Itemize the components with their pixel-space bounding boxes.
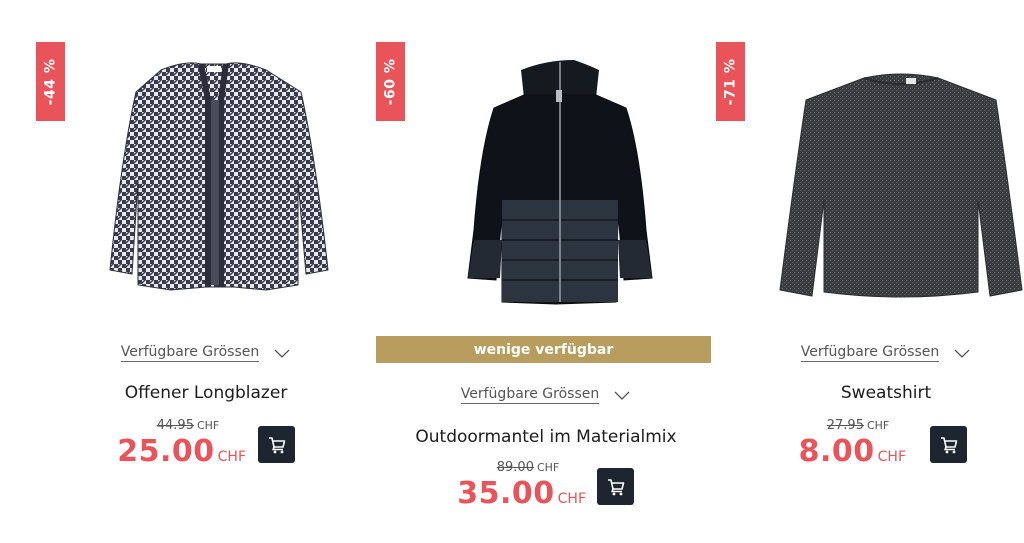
product-card-longblazer[interactable]: -44 % Verfügbare Grössen Offener Longbla… xyxy=(36,0,376,543)
grey-sweatshirt-image xyxy=(779,73,1023,298)
sale-price-currency: CHF xyxy=(557,491,586,507)
shopping-cart-icon xyxy=(607,478,624,495)
sale-price-amount: 25.00 xyxy=(117,434,215,469)
add-to-cart-button[interactable] xyxy=(258,426,295,463)
available-sizes-dropdown[interactable]: Verfügbare Grössen xyxy=(36,344,376,362)
black-puffer-coat-image xyxy=(467,60,653,305)
product-title[interactable]: Offener Longblazer xyxy=(36,383,376,403)
sale-price-currency: CHF xyxy=(217,449,246,465)
sale-price: 35.00 CHF xyxy=(436,476,586,517)
shopping-cart-icon xyxy=(940,436,957,453)
discount-badge-text: -44 % xyxy=(42,58,59,105)
discount-badge: -44 % xyxy=(36,42,65,121)
old-price-currency: CHF xyxy=(536,461,560,474)
add-to-cart-button[interactable] xyxy=(930,426,967,463)
old-price-currency: CHF xyxy=(866,419,890,432)
price-block: 44.95 CHF 25.00 CHF xyxy=(96,418,246,475)
availability-banner: wenige verfügbar xyxy=(376,336,711,363)
add-to-cart-button[interactable] xyxy=(597,468,634,505)
old-price: 89.00 CHF xyxy=(436,460,586,476)
discount-badge-text: -60 % xyxy=(382,58,399,105)
price-block: 89.00 CHF 35.00 CHF xyxy=(436,460,586,517)
discount-badge: -71 % xyxy=(716,42,745,121)
discount-badge: -60 % xyxy=(376,42,405,121)
sale-price-amount: 8.00 xyxy=(798,434,875,469)
sale-price-currency: CHF xyxy=(877,449,906,465)
old-price-amount: 27.95 xyxy=(826,418,864,433)
available-sizes-label: Verfügbare Grössen xyxy=(460,386,600,404)
houndstooth-blazer-image xyxy=(109,62,329,291)
product-image-coat[interactable] xyxy=(406,40,716,330)
old-price: 27.95 CHF xyxy=(756,418,906,434)
product-card-sweatshirt[interactable]: -71 % Verfügbare Grössen Sweatshirt 27.9… xyxy=(716,0,1024,543)
shopping-cart-icon xyxy=(268,436,285,453)
old-price-amount: 89.00 xyxy=(496,460,534,475)
old-price: 44.95 CHF xyxy=(96,418,246,434)
available-sizes-dropdown[interactable]: Verfügbare Grössen xyxy=(376,386,716,404)
product-title[interactable]: Sweatshirt xyxy=(716,383,1024,403)
chevron-down-icon xyxy=(954,349,970,358)
product-title[interactable]: Outdoormantel im Materialmix xyxy=(376,427,716,447)
chevron-down-icon xyxy=(614,391,630,400)
available-sizes-dropdown[interactable]: Verfügbare Grössen xyxy=(716,344,1024,362)
sale-price: 25.00 CHF xyxy=(96,434,246,475)
available-sizes-label: Verfügbare Grössen xyxy=(800,344,940,362)
product-image-sweatshirt[interactable] xyxy=(746,40,1024,330)
available-sizes-label: Verfügbare Grössen xyxy=(120,344,260,362)
product-card-outdoormantel[interactable]: -60 % wenige verfügbar Verfügbare Grösse… xyxy=(376,0,716,543)
discount-badge-text: -71 % xyxy=(722,58,739,105)
price-block: 27.95 CHF 8.00 CHF xyxy=(756,418,906,475)
sale-price-amount: 35.00 xyxy=(457,476,555,511)
sale-price: 8.00 CHF xyxy=(756,434,906,475)
old-price-amount: 44.95 xyxy=(156,418,194,433)
chevron-down-icon xyxy=(274,349,290,358)
product-image-blazer[interactable] xyxy=(66,40,376,330)
old-price-currency: CHF xyxy=(196,419,220,432)
